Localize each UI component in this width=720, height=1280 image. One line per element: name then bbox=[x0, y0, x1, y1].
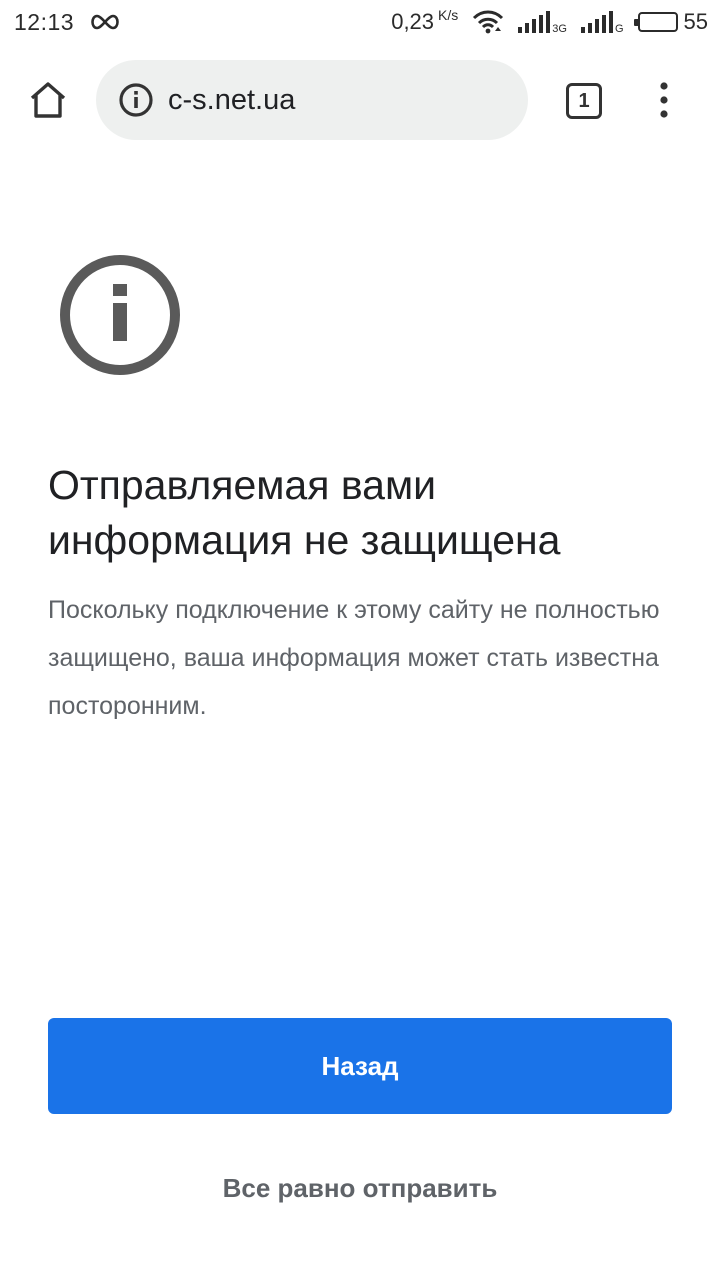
info-icon[interactable] bbox=[118, 82, 154, 118]
warning-title: Отправляемая вами информация не защищена bbox=[48, 462, 561, 563]
tab-count: 1 bbox=[578, 89, 590, 112]
wifi-icon bbox=[473, 10, 504, 34]
menu-icon[interactable] bbox=[650, 80, 678, 120]
signal-icon-sim1: 3G bbox=[518, 11, 567, 35]
info-icon bbox=[60, 255, 180, 375]
status-time: 12:13 bbox=[14, 8, 75, 35]
sim1-network-type: 3G bbox=[552, 23, 567, 35]
net-speed-unit: K/s bbox=[438, 7, 459, 23]
status-bar: 12:13 0,23 K/s 3G G 55 bbox=[0, 0, 720, 44]
url-text[interactable]: c-s.net.ua bbox=[168, 84, 295, 117]
battery-icon bbox=[633, 12, 678, 32]
browser-toolbar: c-s.net.ua 1 bbox=[0, 56, 720, 144]
address-bar[interactable]: c-s.net.ua bbox=[96, 60, 528, 140]
battery-level: 55 bbox=[683, 9, 708, 34]
send-anyway-button[interactable]: Все равно отправить bbox=[160, 1160, 560, 1216]
back-button[interactable]: Назад bbox=[48, 1018, 672, 1114]
infinity-icon bbox=[91, 14, 119, 30]
tabs-icon[interactable]: 1 bbox=[566, 83, 602, 119]
battery-indicator: 55 bbox=[633, 9, 708, 35]
signal-icon-sim2: G bbox=[580, 11, 624, 35]
net-speed-value: 0,23 bbox=[391, 9, 435, 34]
warning-description: Поскольку подключение к этому сайту не п… bbox=[48, 596, 660, 720]
home-icon[interactable] bbox=[26, 78, 70, 122]
net-speed: 0,23 K/s bbox=[391, 7, 459, 35]
sim2-network-type: G bbox=[614, 23, 624, 35]
